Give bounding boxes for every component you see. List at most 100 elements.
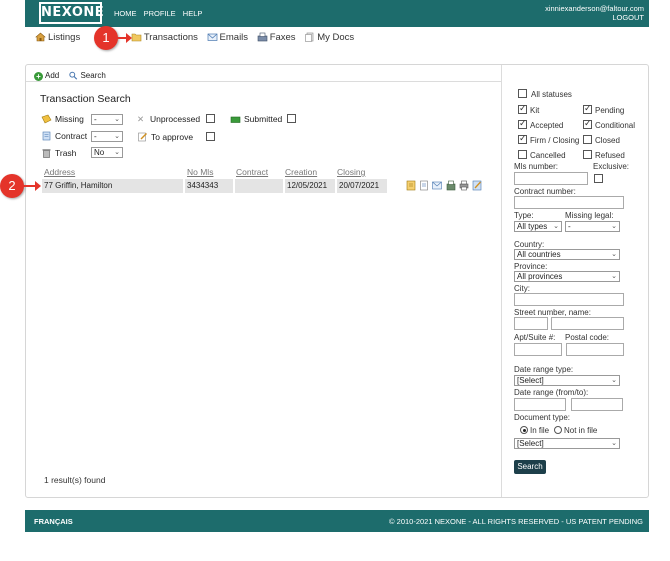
add-button[interactable]: + Add xyxy=(34,71,59,81)
conditional-checkbox[interactable] xyxy=(583,118,592,129)
email-icon[interactable] xyxy=(432,180,443,191)
results-count: 1 result(s) found xyxy=(44,475,106,485)
document-type-label: Document type: xyxy=(514,413,571,422)
print-icon[interactable] xyxy=(459,180,469,191)
creation-cell: 12/05/2021 xyxy=(285,179,335,193)
document-type-select[interactable]: [Select] ⌄ xyxy=(514,438,620,449)
date-to-input[interactable] xyxy=(571,398,623,411)
address-cell[interactable]: 77 Griffin, Hamilton xyxy=(42,179,183,193)
unprocessed-checkbox[interactable] xyxy=(206,114,215,123)
submitted-label: Submitted xyxy=(244,114,283,124)
chevron-down-icon: ⌄ xyxy=(611,440,617,447)
submitted-checkbox[interactable] xyxy=(287,114,296,123)
column-header-address[interactable]: Address xyxy=(44,167,75,177)
column-header-creation[interactable]: Creation xyxy=(285,167,317,177)
note-icon[interactable] xyxy=(472,180,482,191)
to-approve-checkbox[interactable] xyxy=(206,132,215,141)
all-statuses-checkbox[interactable] xyxy=(518,89,527,98)
kit-label: Kit xyxy=(530,106,540,115)
street-name-input[interactable] xyxy=(551,317,624,330)
apt-suite-input[interactable] xyxy=(514,343,562,356)
fax-icon[interactable] xyxy=(446,180,456,191)
accepted-checkbox[interactable] xyxy=(518,118,527,129)
cancelled-checkbox[interactable] xyxy=(518,150,527,159)
subnav-emails[interactable]: Emails xyxy=(207,32,248,43)
chevron-down-icon: ⌄ xyxy=(611,223,617,230)
column-header-contract[interactable]: Contract xyxy=(236,167,268,177)
to-approve-label: To approve xyxy=(151,132,194,142)
contract-label: Contract xyxy=(55,131,88,141)
contract-select[interactable]: - ⌄ xyxy=(91,131,123,142)
province-select[interactable]: All provinces ⌄ xyxy=(514,271,620,282)
envelope-icon xyxy=(207,33,217,41)
document-icon[interactable] xyxy=(419,180,429,191)
accepted-label: Accepted xyxy=(530,121,564,130)
search-icon xyxy=(69,71,78,80)
refused-checkbox[interactable] xyxy=(583,150,592,159)
type-label: Type: xyxy=(514,211,534,220)
missing-legal-label: Missing legal: xyxy=(565,211,614,220)
logout-link[interactable]: LOGOUT xyxy=(545,13,644,22)
nav-home[interactable]: HOME xyxy=(114,9,137,18)
contract-cell xyxy=(235,179,283,193)
chevron-down-icon: ⌄ xyxy=(114,149,120,156)
date-from-input[interactable] xyxy=(514,398,566,411)
street-label: Street number, name: xyxy=(514,308,591,317)
column-divider xyxy=(501,65,502,497)
missing-select[interactable]: - ⌄ xyxy=(91,114,123,125)
in-file-radio[interactable] xyxy=(520,426,528,434)
subnav-transactions[interactable]: Transactions xyxy=(131,32,198,43)
nav-profile[interactable]: PROFILE xyxy=(144,9,176,18)
house-icon xyxy=(35,32,46,42)
unprocessed-label: Unprocessed xyxy=(150,114,201,124)
search-toolbar-button[interactable]: Search xyxy=(69,71,106,80)
country-select[interactable]: All countries ⌄ xyxy=(514,249,620,260)
top-nav: HOME PROFILE HELP xyxy=(114,9,207,18)
date-range-type-label: Date range type: xyxy=(514,365,574,374)
cancelled-label: Cancelled xyxy=(530,151,566,160)
user-info: xinniexanderson@faltour.com LOGOUT xyxy=(545,4,644,22)
trash-select[interactable]: No ⌄ xyxy=(91,147,123,158)
conditional-label: Conditional xyxy=(595,121,636,130)
closed-label: Closed xyxy=(595,136,620,145)
search-button[interactable]: Search xyxy=(514,460,546,474)
row-actions xyxy=(406,180,483,192)
missing-legal-select[interactable]: - ⌄ xyxy=(565,221,620,232)
date-range-type-select[interactable]: [Select] ⌄ xyxy=(514,375,620,386)
mls-number-input[interactable] xyxy=(514,172,588,185)
edit-icon[interactable] xyxy=(406,180,416,191)
chevron-down-icon: ⌄ xyxy=(114,133,120,140)
in-file-label: In file xyxy=(530,426,550,435)
toolbar: + Add Search xyxy=(34,71,114,81)
postal-code-input[interactable] xyxy=(566,343,624,356)
nav-help[interactable]: HELP xyxy=(183,9,203,18)
contract-number-input[interactable] xyxy=(514,196,624,209)
callout-arrow-2 xyxy=(23,181,41,191)
contract-icon xyxy=(42,131,51,141)
exclusive-checkbox[interactable] xyxy=(594,174,603,183)
submitted-icon xyxy=(230,116,241,123)
closed-checkbox[interactable] xyxy=(583,135,592,144)
pending-checkbox[interactable] xyxy=(583,103,592,114)
subnav-mydocs[interactable]: My Docs xyxy=(304,32,354,43)
subnav-listings[interactable]: Listings xyxy=(35,32,80,43)
footer: FRANÇAIS © 2010-2021 NEXONE - ALL RIGHTS… xyxy=(25,510,649,532)
type-select[interactable]: All types ⌄ xyxy=(514,221,562,232)
main-panel: + Add Search Transaction Search Missing -… xyxy=(25,64,649,498)
table-row[interactable]: 77 Griffin, Hamilton 3434343 12/05/2021 … xyxy=(42,179,486,193)
date-range-label: Date range (from/to): xyxy=(514,388,589,397)
kit-checkbox[interactable] xyxy=(518,103,527,114)
street-number-input[interactable] xyxy=(514,317,548,330)
callout-badge-1: 1 xyxy=(94,26,118,50)
nexone-logo[interactable]: NEXONE xyxy=(39,2,104,24)
firm-closing-checkbox[interactable] xyxy=(518,133,527,144)
postal-code-label: Postal code: xyxy=(565,333,610,342)
column-header-no-mls[interactable]: No Mls xyxy=(187,167,213,177)
city-input[interactable] xyxy=(514,293,624,306)
column-header-closing[interactable]: Closing xyxy=(337,167,365,177)
toolbar-divider xyxy=(26,81,501,82)
subnav-faxes[interactable]: Faxes xyxy=(257,32,296,43)
language-link[interactable]: FRANÇAIS xyxy=(34,517,73,526)
exclusive-label: Exclusive: xyxy=(593,162,630,171)
not-in-file-radio[interactable] xyxy=(554,426,562,434)
